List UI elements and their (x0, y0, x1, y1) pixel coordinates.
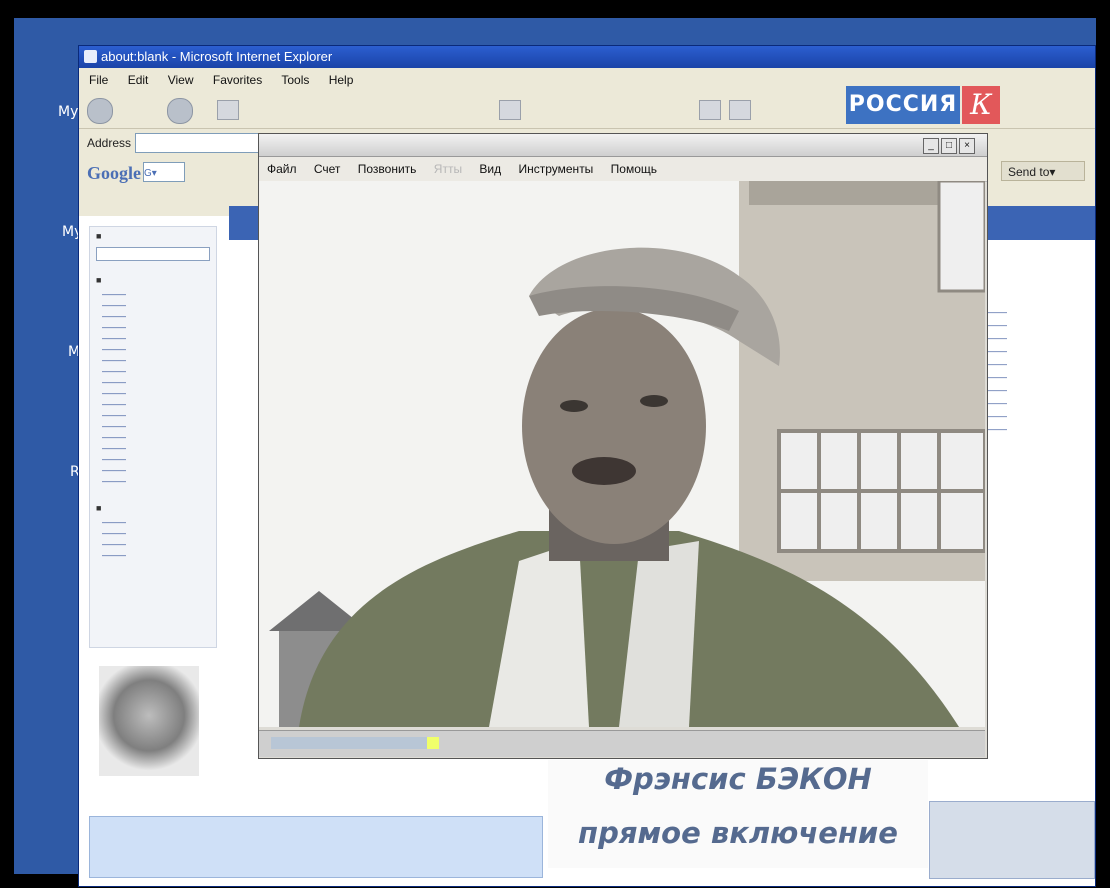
channel-name: РОССИЯ (846, 86, 960, 124)
channel-logo: РОССИЯ К (846, 86, 1002, 124)
menu-edit[interactable]: Edit (128, 73, 149, 87)
desktop-icon-label[interactable]: My (58, 104, 78, 120)
sidebar-search-input[interactable] (96, 247, 210, 261)
minimize-icon[interactable]: _ (923, 138, 939, 154)
video-window: _ □ × Файл Счет Позвонить Ятты Вид Инстр… (258, 133, 988, 759)
close-icon[interactable]: × (959, 138, 975, 154)
ad-banner[interactable] (89, 816, 543, 878)
sidebar-link[interactable]: ——— (90, 517, 216, 528)
player-menu-call[interactable]: Позвонить (358, 162, 417, 176)
ie-page-icon (84, 50, 97, 63)
right-link[interactable]: ——— (979, 358, 1087, 371)
sidebar-heading: ■ (96, 503, 102, 513)
right-link[interactable]: ——— (979, 332, 1087, 345)
sidebar-link[interactable]: ——— (90, 443, 216, 454)
sidebar-link[interactable]: ——— (90, 366, 216, 377)
address-label: Address (87, 136, 132, 150)
page-sidebar: ■ ■ ——— ——— ——— ——— ——— ——— ——— ——— ——— … (89, 226, 217, 648)
sidebar-link[interactable]: ——— (90, 528, 216, 539)
right-link[interactable]: ——— (979, 410, 1087, 423)
menu-tools[interactable]: Tools (281, 73, 309, 87)
sidebar-link[interactable]: ——— (90, 410, 216, 421)
sidebar-heading: ■ (96, 231, 102, 241)
sidebar-link[interactable]: ——— (90, 388, 216, 399)
right-link[interactable]: ——— (979, 319, 1087, 332)
player-menu-view[interactable]: Вид (479, 162, 501, 176)
sidebar-link[interactable]: ——— (90, 333, 216, 344)
player-menu-help[interactable]: Помощь (611, 162, 657, 176)
video-image (259, 181, 985, 727)
menu-view[interactable]: View (168, 73, 194, 87)
sidebar-link[interactable]: ——— (90, 300, 216, 311)
right-link[interactable]: ——— (979, 371, 1087, 384)
sidebar-link[interactable]: ——— (90, 311, 216, 322)
video-title-bar[interactable]: _ □ × (259, 134, 987, 157)
google-logo: Google (87, 163, 141, 183)
caption-line-1: Фрэнсис БЭКОН (604, 762, 872, 796)
face (522, 308, 706, 544)
sidebar-link[interactable]: ——— (90, 539, 216, 550)
statue-image (99, 666, 199, 776)
search-icon[interactable] (499, 100, 521, 120)
print-icon[interactable] (729, 100, 751, 120)
right-link[interactable]: ——— (979, 397, 1087, 410)
menu-help[interactable]: Help (329, 73, 354, 87)
progress-marker[interactable] (427, 737, 439, 749)
right-link[interactable]: ——— (979, 345, 1087, 358)
sidebar-link[interactable]: ——— (90, 550, 216, 561)
right-info-box[interactable] (929, 801, 1095, 879)
sidebar-link[interactable]: ——— (90, 355, 216, 366)
sidebar-link[interactable]: ——— (90, 377, 216, 388)
channel-mark: К (962, 86, 1000, 124)
video-menu-bar: Файл Счет Позвонить Ятты Вид Инструменты… (259, 157, 987, 182)
google-search-icon[interactable]: G▾ (144, 168, 157, 179)
ie-title-bar[interactable]: about:blank - Microsoft Internet Explore… (79, 46, 1095, 68)
caption-line-2: прямое включение (578, 816, 898, 850)
stop-icon[interactable] (217, 100, 239, 120)
maximize-icon[interactable]: □ (941, 138, 957, 154)
player-menu-account[interactable]: Счет (314, 162, 341, 176)
page-right-column: ——— ——— ——— ——— ——— ——— ——— ——— ——— ——— (979, 306, 1087, 736)
sidebar-link[interactable]: ——— (90, 344, 216, 355)
right-link[interactable]: ——— (979, 423, 1087, 436)
right-link[interactable]: ——— (979, 384, 1087, 397)
sidebar-link[interactable]: ——— (90, 399, 216, 410)
video-status-bar (259, 730, 985, 757)
sidebar-heading: ■ (96, 275, 102, 285)
sidebar-link[interactable]: ——— (90, 454, 216, 465)
sidebar-link[interactable]: ——— (90, 289, 216, 300)
forward-icon[interactable] (167, 98, 193, 124)
sidebar-link[interactable]: ——— (90, 476, 216, 487)
video-frame[interactable] (259, 181, 985, 727)
menu-file[interactable]: File (89, 73, 108, 87)
sidebar-link[interactable]: ——— (90, 322, 216, 333)
back-icon[interactable] (87, 98, 113, 124)
sidebar-link[interactable]: ——— (90, 465, 216, 476)
player-menu-file[interactable]: Файл (267, 162, 297, 176)
sidebar-link[interactable]: ——— (90, 432, 216, 443)
right-link[interactable]: ——— (979, 306, 1087, 319)
video-progress-bar[interactable] (271, 737, 439, 749)
send-to-button[interactable]: Send to▾ (1001, 161, 1085, 181)
player-menu-disabled: Ятты (433, 162, 463, 176)
menu-favorites[interactable]: Favorites (213, 73, 262, 87)
sidebar-link[interactable]: ——— (90, 421, 216, 432)
ie-window-title: about:blank - Microsoft Internet Explore… (101, 49, 333, 64)
google-search-input[interactable]: G▾ (143, 162, 185, 182)
player-menu-tools[interactable]: Инструменты (518, 162, 593, 176)
mail-icon[interactable] (699, 100, 721, 120)
